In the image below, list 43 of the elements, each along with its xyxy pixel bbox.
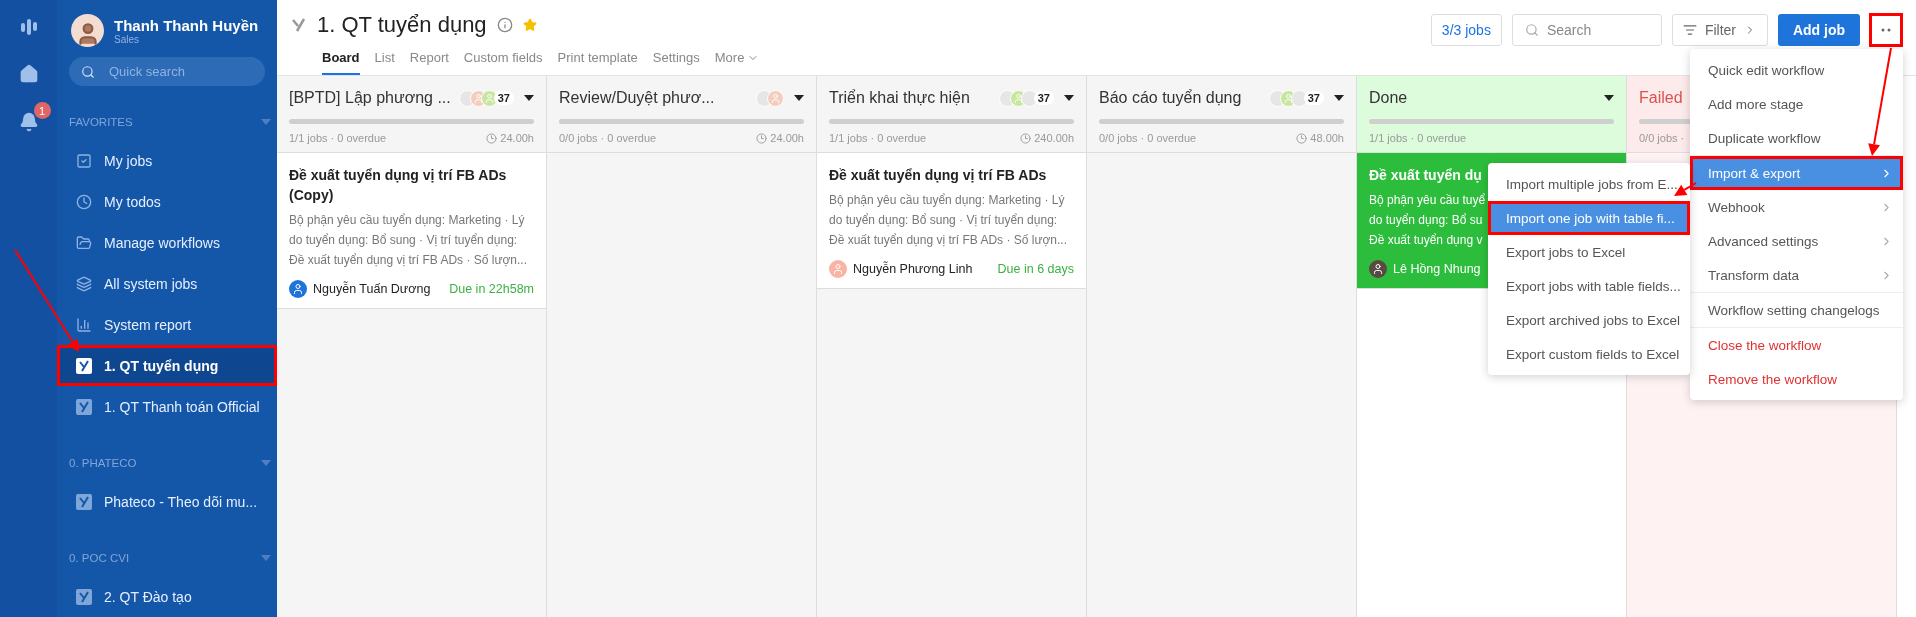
card-description: do tuyển dụng: Bổ sung · Vị trí tuyển dụng:	[829, 212, 1058, 229]
card-title: Đề xuất tuyển dụng vị trí FB ADs	[829, 166, 1047, 185]
column-stats: 1/1 jobs · 0 overdue	[1369, 132, 1467, 144]
card-description: Bộ phận yêu cầu tuyển dụng: Marketing · Lý	[829, 192, 1065, 209]
member-count: 37	[493, 91, 514, 105]
column-stats: 0/0 jobs ·	[1639, 132, 1685, 144]
column-title: Triển khai thực hiện	[829, 89, 970, 107]
column-title: Báo cáo tuyển dụng	[1099, 89, 1242, 107]
column-title: Done	[1369, 89, 1408, 107]
section-title: 0. POC CVI	[69, 552, 130, 564]
card-description: Bộ phận yêu cầu tuyể	[1369, 192, 1486, 209]
column-title: Failed	[1639, 89, 1683, 107]
assignee-name: Nguyễn Phương Linh	[853, 262, 973, 276]
column-title: Review/Duyệt phươ...	[559, 89, 715, 107]
page-title: 1. QT tuyển dụng	[317, 12, 487, 38]
section-title: 0. PHATECO	[69, 457, 137, 469]
column-stats: 0/0 jobs · 0 overdue	[1099, 132, 1197, 144]
column-stats: 1/1 jobs · 0 overdue	[829, 132, 927, 144]
card-title: Đề xuất tuyển dụng vị trí FB ADs (Copy)	[289, 166, 508, 205]
card-description: Bộ phận yêu cầu tuyển dụng: Marketing · Lý	[289, 212, 525, 229]
card-description: do tuyển dụng: Bổ su	[1369, 212, 1483, 229]
card-description: Đề xuất tuyển dụng vị trí FB ADs · Số lượn...	[289, 252, 527, 269]
section-title: FAVORITES	[69, 116, 133, 128]
member-count: 37	[1033, 91, 1054, 105]
column-hours: 48.00h	[1310, 132, 1344, 144]
column-stats: 0/0 jobs · 0 overdue	[559, 132, 657, 144]
column-stats: 1/1 jobs · 0 overdue	[289, 132, 387, 144]
column-title: [BPTD] Lập phương ...	[289, 89, 451, 107]
card-description: Đề xuất tuyển dụng vị trí FB ADs · Số lượn...	[829, 232, 1067, 249]
card-title: Đề xuất tuyển dụ	[1369, 166, 1482, 185]
column-hours: 24.00h	[770, 132, 804, 144]
assignee-name: Nguyễn Tuấn Dương	[313, 282, 431, 296]
due-date: Due in 22h58m	[449, 282, 534, 296]
due-date: Due in 6 days	[997, 262, 1074, 276]
assignee-name: Lê Hồng Nhung	[1393, 262, 1481, 276]
column-hours: 240.00h	[1034, 132, 1074, 144]
column-hours: 24.00h	[500, 132, 534, 144]
card-description: Đề xuất tuyển dụng v	[1369, 232, 1483, 249]
user-role: Sales	[114, 33, 140, 45]
card-description: do tuyển dụng: Bổ sung · Vị trí tuyển dụng:	[289, 232, 518, 249]
notification-badge: 1	[33, 102, 51, 119]
member-count: 37	[1303, 91, 1324, 105]
user-name: Thanh Thanh Huyền	[114, 16, 259, 34]
